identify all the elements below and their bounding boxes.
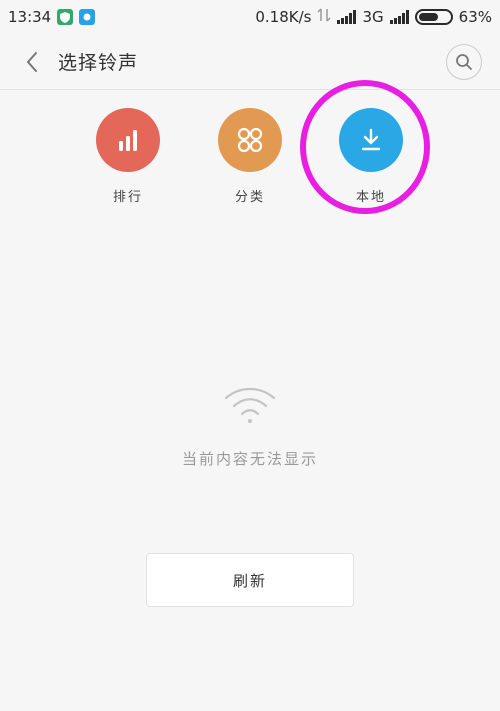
net-speed: 0.18K/s: [255, 8, 312, 26]
signal-icon-2: [389, 10, 409, 24]
empty-message: 当前内容无法显示: [181, 450, 318, 468]
category-local[interactable]: 本地: [331, 108, 411, 205]
data-transfer-icon: [317, 7, 332, 27]
wifi-icon: [224, 387, 276, 423]
shield-icon: [57, 9, 74, 25]
category-classify[interactable]: 分类: [210, 108, 290, 205]
ranking-circle: [96, 108, 160, 172]
network-type: 3G: [362, 8, 384, 26]
chevron-left-icon: [26, 51, 37, 72]
category-ranking[interactable]: 排行: [88, 108, 168, 205]
download-icon: [361, 128, 381, 151]
four-circles-icon: [237, 127, 263, 153]
category-row: 排行 分类 本地: [0, 108, 500, 208]
search-icon: [456, 54, 472, 70]
battery-fill: [418, 13, 438, 21]
category-label: 排行: [112, 190, 143, 205]
chart-bars-icon: [119, 130, 137, 151]
page-title: 选择铃声: [58, 52, 139, 74]
battery-icon: [414, 9, 453, 25]
empty-state: 当前内容无法显示: [0, 384, 500, 469]
header: 选择铃声: [0, 34, 500, 90]
status-time: 13:34: [8, 8, 52, 26]
classify-circle: [218, 108, 282, 172]
refresh-button[interactable]: 刷新: [146, 553, 354, 607]
status-bar: 13:34 0.18K/s 3G 63%: [0, 0, 500, 34]
app-icon: [79, 9, 96, 25]
ringtone-picker-screen: 13:34 0.18K/s 3G 63% 选择铃声 排行 分类 本地 当前内容无…: [0, 0, 500, 711]
battery-percent: 63%: [458, 8, 492, 26]
signal-icon: [337, 10, 357, 24]
back-button[interactable]: [12, 42, 52, 82]
category-label: 分类: [234, 190, 265, 205]
search-button[interactable]: [446, 44, 482, 80]
local-circle: [339, 108, 403, 172]
category-label: 本地: [355, 190, 386, 205]
